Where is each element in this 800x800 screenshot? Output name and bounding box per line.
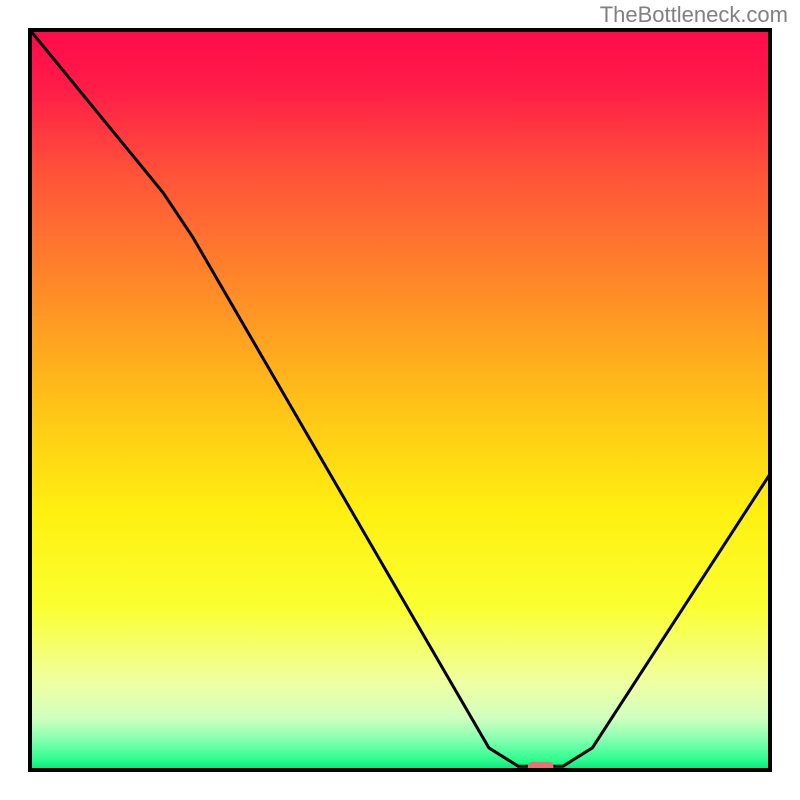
chart-container: TheBottleneck.com bbox=[0, 0, 800, 800]
watermark-text: TheBottleneck.com bbox=[600, 2, 788, 28]
plot-background bbox=[30, 30, 770, 770]
chart-svg bbox=[0, 0, 800, 800]
